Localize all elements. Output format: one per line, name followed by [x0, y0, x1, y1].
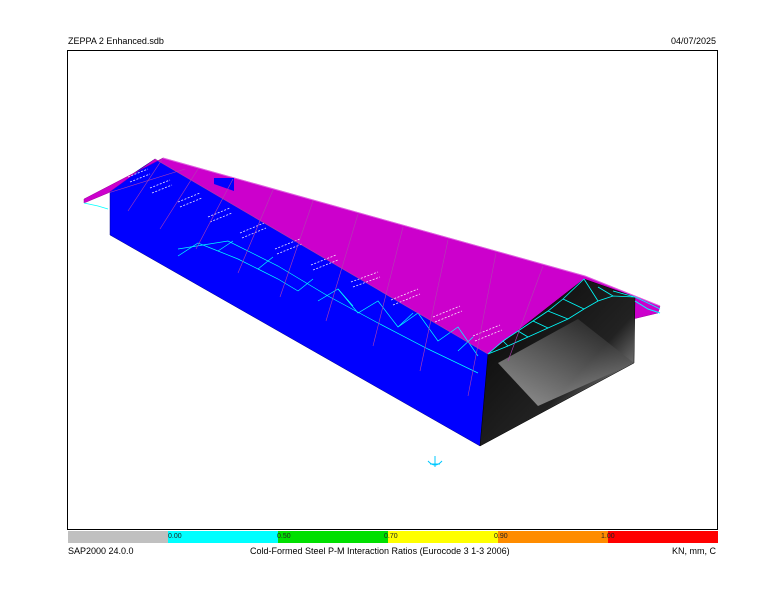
- file-title: ZEPPA 2 Enhanced.sdb: [68, 36, 164, 46]
- left-eave: [83, 202, 109, 210]
- legend-tick-label: 0.70: [384, 533, 398, 540]
- legend-segment: [388, 531, 498, 543]
- version-label: SAP2000 24.0.0: [68, 546, 134, 556]
- legend-tick-label: 0.00: [168, 533, 182, 540]
- model-viewport[interactable]: [67, 50, 718, 530]
- legend-segment: [608, 531, 718, 543]
- legend-segment: [168, 531, 278, 543]
- legend-segment: [68, 531, 168, 543]
- structure-3d-view[interactable]: [68, 51, 719, 531]
- legend-tick-label: 0.50: [277, 533, 291, 540]
- legend-tick-label: 1.00: [601, 533, 615, 540]
- plot-title: Cold-Formed Steel P-M Interaction Ratios…: [250, 546, 510, 556]
- legend-segment: [498, 531, 608, 543]
- date-label: 04/07/2025: [670, 36, 716, 46]
- legend-segment: [278, 531, 388, 543]
- legend-tick-label: 0.90: [494, 533, 508, 540]
- support-icon: [427, 456, 443, 467]
- units-label: KN, mm, C: [672, 546, 716, 556]
